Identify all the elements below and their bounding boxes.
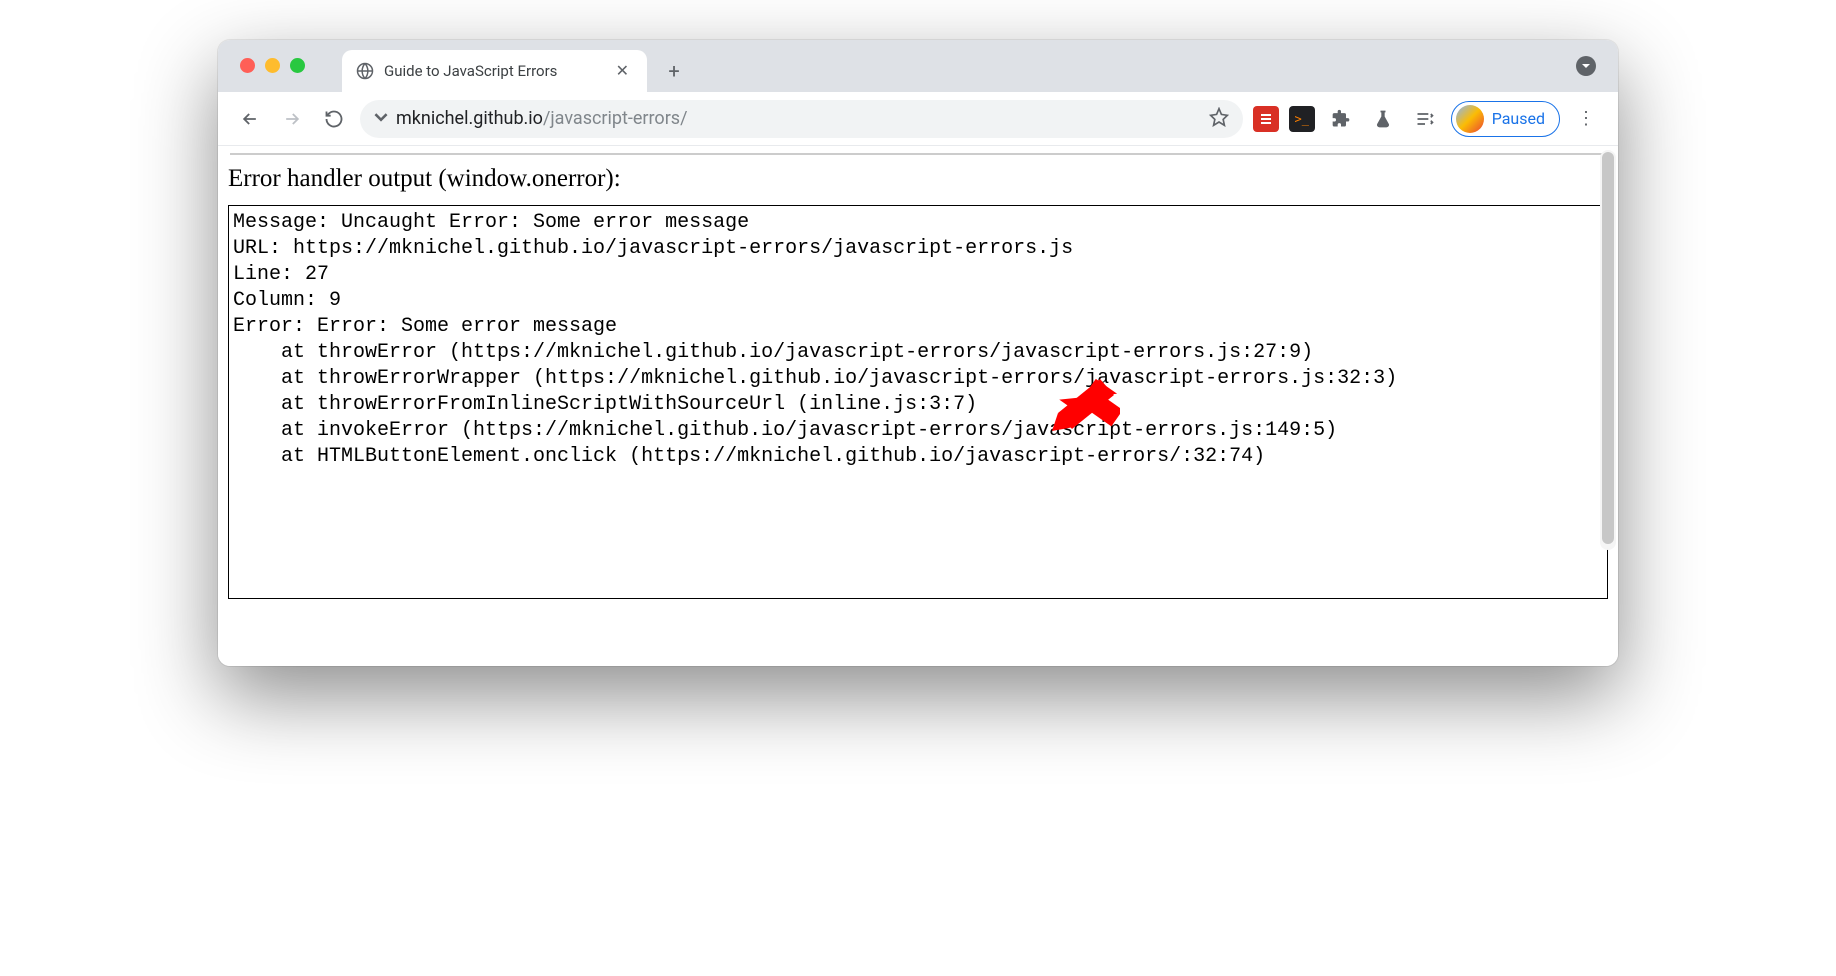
site-info-button[interactable] (374, 110, 388, 128)
back-button[interactable] (234, 103, 266, 135)
error-output-box: Message: Uncaught Error: Some error mess… (228, 205, 1608, 599)
browser-window: Guide to JavaScript Errors ✕ + mknichel.… (218, 40, 1618, 666)
url-text: mknichel.github.io/javascript-errors/ (396, 108, 688, 129)
section-title: Error handler output (window.onerror): (228, 165, 1608, 193)
extensions-button[interactable] (1325, 103, 1357, 135)
profile-paused-pill[interactable]: Paused (1451, 101, 1560, 137)
titlebar: Guide to JavaScript Errors ✕ + (218, 40, 1618, 92)
window-controls (240, 58, 305, 73)
labs-icon[interactable] (1367, 103, 1399, 135)
scrollbar-thumb[interactable] (1602, 152, 1614, 544)
reading-list-icon[interactable] (1409, 103, 1441, 135)
tab-search-button[interactable] (1576, 56, 1596, 76)
horizontal-rule (230, 153, 1606, 155)
new-tab-button[interactable]: + (657, 54, 691, 88)
maximize-window-button[interactable] (290, 58, 305, 73)
avatar (1456, 105, 1484, 133)
globe-icon (356, 62, 374, 80)
toolbar: mknichel.github.io/javascript-errors/ >_… (218, 92, 1618, 146)
bookmark-button[interactable] (1209, 107, 1229, 131)
extension-icon-1[interactable] (1253, 106, 1279, 132)
close-tab-button[interactable]: ✕ (612, 61, 633, 81)
browser-tab[interactable]: Guide to JavaScript Errors ✕ (342, 50, 647, 92)
reload-button[interactable] (318, 103, 350, 135)
menu-button[interactable]: ⋮ (1570, 103, 1602, 135)
scrollbar[interactable] (1600, 150, 1616, 550)
forward-button[interactable] (276, 103, 308, 135)
address-bar[interactable]: mknichel.github.io/javascript-errors/ (360, 100, 1243, 138)
profile-status-label: Paused (1492, 109, 1545, 128)
extension-icon-2[interactable]: >_ (1289, 106, 1315, 132)
page-content: Error handler output (window.onerror): M… (218, 146, 1618, 666)
tab-title: Guide to JavaScript Errors (384, 62, 602, 80)
close-window-button[interactable] (240, 58, 255, 73)
minimize-window-button[interactable] (265, 58, 280, 73)
